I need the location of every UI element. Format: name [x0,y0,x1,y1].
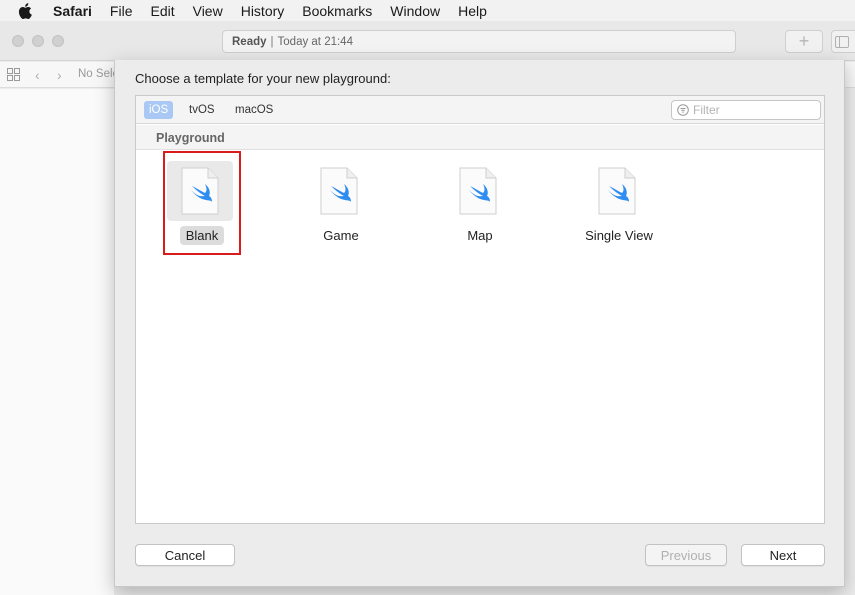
swift-file-icon [459,167,497,215]
menu-view[interactable]: View [193,3,223,19]
close-window-button[interactable] [12,35,24,47]
template-single-view[interactable]: Single View [569,156,669,252]
add-button[interactable]: + [785,30,823,53]
swift-file-icon [181,167,219,215]
window-toolbar: Ready | Today at 21:44 + [0,21,855,61]
chevron-right-icon[interactable]: › [57,67,62,83]
jump-bar-label: No Selection [78,68,116,80]
sheet-title: Choose a template for your new playgroun… [135,71,391,86]
zoom-window-button[interactable] [52,35,64,47]
menu-bookmarks[interactable]: Bookmarks [302,3,372,19]
template-blank[interactable]: Blank [152,156,252,252]
template-blank-icon-wrap [167,161,233,221]
cancel-button[interactable]: Cancel [135,544,235,566]
menu-window[interactable]: Window [390,3,440,19]
menu-history[interactable]: History [241,3,285,19]
template-map-icon-wrap [445,161,511,221]
swift-file-icon [598,167,636,215]
status-timestamp: Today at 21:44 [277,35,353,48]
status-separator: | [270,35,274,48]
previous-button[interactable]: Previous [645,544,727,566]
menu-app-safari[interactable]: Safari [53,3,92,19]
activity-status-field: Ready | Today at 21:44 [222,30,736,53]
swift-file-icon [320,167,358,215]
chevron-left-icon[interactable]: ‹ [35,67,40,83]
template-blank-label: Blank [179,226,225,245]
template-chooser-sheet: Choose a template for your new playgroun… [114,60,845,587]
menu-help[interactable]: Help [458,3,487,19]
template-game-label: Game [323,228,359,243]
filter-icon [677,104,689,116]
template-single-view-icon-wrap [584,161,650,221]
template-game-icon-wrap [306,161,372,221]
menu-bar: Safari File Edit View History Bookmarks … [0,0,855,21]
apple-icon[interactable] [18,2,34,19]
tab-macos[interactable]: macOS [230,101,278,119]
menu-edit[interactable]: Edit [150,3,174,19]
tab-ios[interactable]: iOS [144,101,174,119]
section-header: Playground [136,125,824,150]
grid-icon[interactable] [7,68,20,84]
template-chooser: iOS tvOS macOS Playground Blank Game [135,95,825,524]
navigator-pane [0,89,114,595]
sidebar-icon [835,36,849,48]
minimize-window-button[interactable] [32,35,44,47]
filter-input[interactable] [693,103,818,117]
template-single-view-label: Single View [585,228,653,243]
menu-file[interactable]: File [110,3,133,19]
platform-filter-bar: iOS tvOS macOS [136,96,824,124]
template-map-label: Map [467,228,493,243]
filter-field[interactable] [671,100,821,120]
next-button[interactable]: Next [741,544,825,566]
template-game[interactable]: Game [291,156,391,252]
template-map[interactable]: Map [430,156,530,252]
status-ready: Ready [232,35,267,48]
panel-toggle-button[interactable] [831,30,855,53]
tab-tvos[interactable]: tvOS [184,101,220,119]
section-title: Playground [156,131,225,145]
